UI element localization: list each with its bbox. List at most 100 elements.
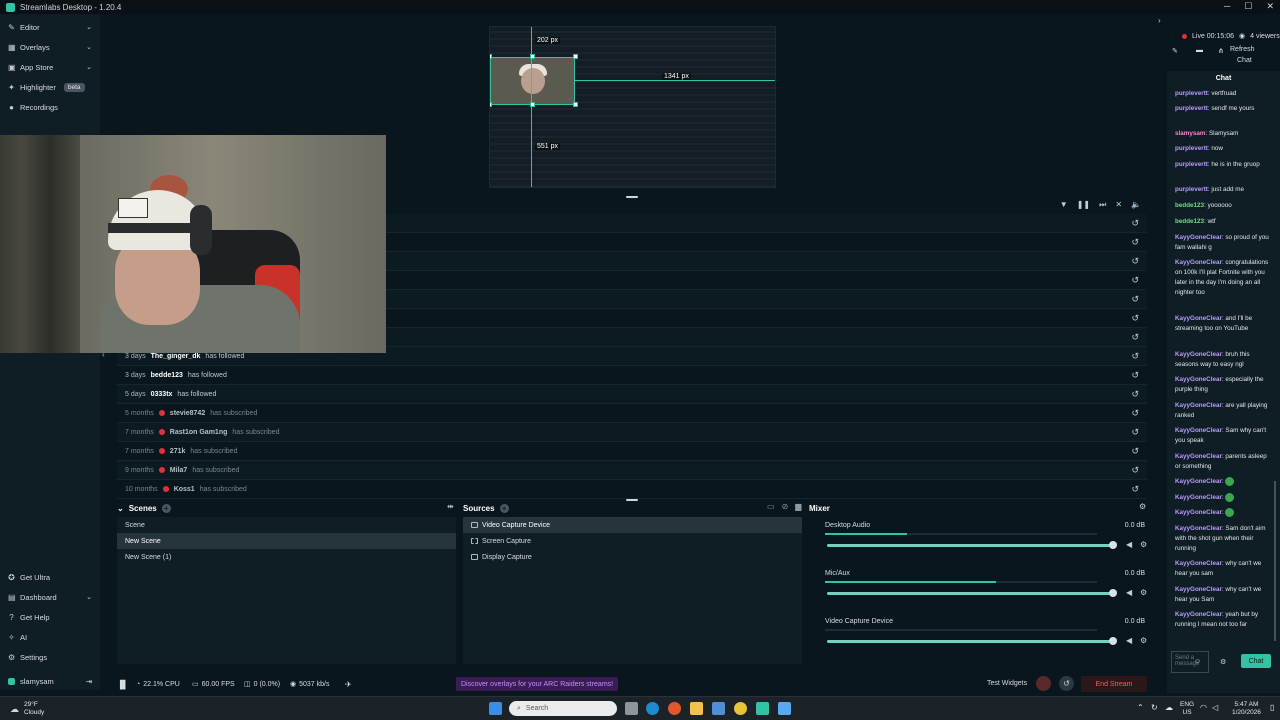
source-item[interactable]: Video Capture Device (463, 517, 802, 533)
sidebar-item-settings[interactable]: ⚙ Settings (0, 647, 100, 667)
user-row[interactable]: slamysam ⇥ (0, 672, 100, 690)
chat-username[interactable]: KayyGoneClear (1175, 494, 1222, 501)
sidebar-item-ai[interactable]: ✧ AI (0, 627, 100, 647)
chat-username[interactable]: bedde123 (1175, 218, 1204, 225)
chat-username[interactable]: KayyGoneClear (1175, 560, 1222, 567)
filter-icon[interactable]: ▼ (1060, 200, 1068, 210)
chat-username[interactable]: KayyGoneClear (1175, 453, 1222, 460)
add-source-button[interactable]: + (499, 503, 509, 513)
scene-transitions-icon[interactable]: ⇹ (447, 502, 454, 511)
clock[interactable]: 5:47 AM 1/20/2026 (1232, 701, 1261, 717)
chat-username[interactable]: KayyGoneClear (1175, 234, 1222, 241)
share-icon[interactable]: ⋔ (1218, 47, 1224, 55)
stream-preview[interactable]: 202 px 1341 px 551 px (489, 26, 776, 188)
language-indicator[interactable]: ENG US (1180, 701, 1194, 717)
replay-alert-icon[interactable]: ↺ (1131, 351, 1139, 362)
end-stream-button[interactable]: End Stream (1081, 676, 1147, 692)
gear-icon[interactable]: ⚙ (1140, 636, 1147, 645)
task-view-icon[interactable] (625, 702, 638, 715)
streamlabs-taskbar-icon[interactable] (756, 702, 769, 715)
sidebar-item-overlays[interactable]: ▦ Overlays ⌄ (0, 37, 100, 57)
windows-start-icon[interactable] (489, 702, 502, 715)
chat-username[interactable]: purplevertt (1175, 186, 1208, 193)
minimize-button[interactable]: ─ (1224, 1, 1230, 12)
chat-username[interactable]: bedde123 (1175, 202, 1204, 209)
chat-username[interactable]: KayyGoneClear (1175, 259, 1222, 266)
gear-icon[interactable]: ⚙ (1140, 588, 1147, 597)
weather-widget[interactable]: ☁ 29°F Cloudy (10, 701, 44, 717)
chat-username[interactable]: KayyGoneClear (1175, 525, 1222, 532)
replay-buffer-icon[interactable]: ↺ (1059, 676, 1074, 691)
chat-send-button[interactable]: Chat (1241, 654, 1271, 668)
resize-handle[interactable] (573, 54, 578, 59)
chevron-down-icon[interactable]: ⌄ (86, 43, 92, 51)
chat-username[interactable]: purplevertt (1175, 161, 1208, 168)
preview-webcam-source[interactable] (490, 57, 575, 105)
resize-handle[interactable] (530, 102, 535, 107)
chat-username[interactable]: KayyGoneClear (1175, 351, 1222, 358)
folder-icon[interactable]: ▆ (795, 502, 801, 511)
add-scene-button[interactable]: + (161, 503, 171, 513)
resize-handle[interactable] (573, 102, 578, 107)
replay-alert-icon[interactable]: ↺ (1131, 465, 1139, 476)
source-item[interactable]: Display Capture (463, 549, 802, 565)
volume-slider-knob[interactable] (1109, 541, 1117, 549)
gear-icon[interactable]: ⚙ (1140, 540, 1147, 549)
resize-handle[interactable] (530, 54, 535, 59)
replay-alert-icon[interactable]: ↺ (1131, 275, 1139, 286)
replay-alert-icon[interactable]: ↺ (1131, 370, 1139, 381)
sidebar-item-recordings[interactable]: ● Recordings (0, 97, 100, 117)
volume-slider-knob[interactable] (1109, 589, 1117, 597)
chevron-down-icon[interactable]: ⌄ (86, 63, 92, 71)
volume-slider-knob[interactable] (1109, 637, 1117, 645)
replay-alert-icon[interactable]: ↺ (1131, 408, 1139, 419)
chevron-left-icon[interactable]: ‹ (102, 350, 105, 359)
chat-username[interactable]: KayyGoneClear (1175, 509, 1222, 516)
chat-username[interactable]: purplevertt (1175, 105, 1208, 112)
performance-icon[interactable]: ▐▌ (117, 680, 128, 689)
source-group-icon[interactable]: ▭ (767, 502, 775, 511)
tray-overflow-icon[interactable]: ⌃ (1137, 703, 1144, 712)
chat-username[interactable]: slamysam (1175, 130, 1205, 137)
panel-resize-handle[interactable] (626, 499, 638, 501)
mail-icon[interactable] (712, 702, 725, 715)
replay-alert-icon[interactable]: ↺ (1131, 294, 1139, 305)
skip-icon[interactable]: ⏭ (1099, 200, 1106, 210)
replay-alert-icon[interactable]: ↺ (1131, 389, 1139, 400)
replay-alert-icon[interactable]: ↺ (1131, 332, 1139, 343)
chat-username[interactable]: KayyGoneClear (1175, 478, 1222, 485)
sidebar-item-highlighter[interactable]: ✦ Highlighter beta (0, 77, 100, 97)
volume-slider[interactable] (827, 589, 1117, 597)
chat-username[interactable]: KayyGoneClear (1175, 402, 1222, 409)
chat-username[interactable]: KayyGoneClear (1175, 611, 1222, 618)
wifi-icon[interactable]: ◠ (1200, 703, 1207, 712)
mixer-settings-icon[interactable]: ⚙ (1139, 502, 1146, 511)
edge-icon[interactable] (646, 702, 659, 715)
speaker-icon[interactable]: ◀ (1126, 588, 1132, 597)
chevron-right-icon[interactable]: › (1158, 16, 1161, 25)
pause-icon[interactable]: ❚❚ (1077, 200, 1090, 210)
chevron-down-icon[interactable]: ⌄ (117, 504, 124, 513)
chrome-icon[interactable] (734, 702, 747, 715)
resize-handle[interactable] (490, 54, 492, 59)
maximize-button[interactable]: ☐ (1244, 1, 1252, 12)
speaker-icon[interactable]: ◀ (1126, 540, 1132, 549)
chat-username[interactable]: KayyGoneClear (1175, 427, 1222, 434)
sidebar-item-app-store[interactable]: ▣ App Store ⌄ (0, 57, 100, 77)
volume-icon[interactable]: ◁ (1212, 703, 1218, 712)
volume-icon[interactable]: 🔈 (1131, 200, 1141, 210)
file-explorer-icon[interactable] (690, 702, 703, 715)
emote-icon[interactable]: ☺ (1194, 658, 1201, 665)
logout-icon[interactable]: ⇥ (86, 677, 92, 686)
panel-resize-handle[interactable] (626, 196, 638, 198)
refresh-chat-button[interactable]: Refresh (1230, 46, 1255, 53)
sidebar-item-get-ultra[interactable]: ✪ Get Ultra (0, 567, 100, 587)
notification-icon[interactable]: ▯ (1270, 703, 1274, 712)
test-widgets-button[interactable]: Test Widgets (987, 680, 1027, 687)
app-taskbar-icon[interactable] (778, 702, 791, 715)
promo-banner[interactable]: Discover overlays for your ARC Raiders s… (456, 677, 619, 691)
replay-alert-icon[interactable]: ↺ (1131, 313, 1139, 324)
resize-handle[interactable] (490, 102, 492, 107)
onedrive-icon[interactable]: ☁ (1165, 703, 1173, 712)
chat-scrollbar[interactable] (1274, 481, 1276, 641)
